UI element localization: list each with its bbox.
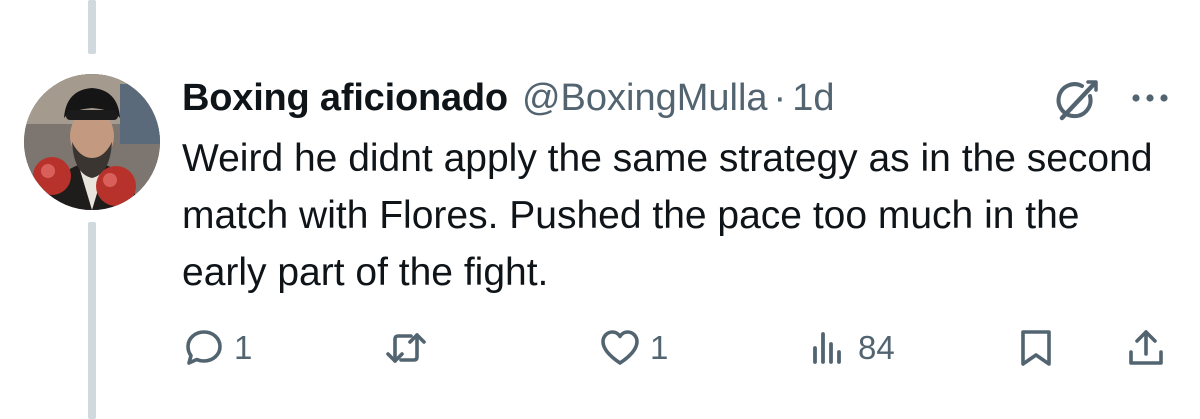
- grok-icon[interactable]: [1052, 76, 1100, 124]
- retweet-button[interactable]: [384, 322, 428, 374]
- avatar-image: [24, 74, 160, 210]
- avatar[interactable]: [24, 74, 160, 210]
- bookmark-button[interactable]: [1014, 322, 1058, 374]
- thread-connector-top: [88, 0, 96, 54]
- tweet-header: Boxing aficionado @BoxingMulla · 1d: [182, 72, 834, 124]
- views-bar-chart-icon: [813, 332, 841, 364]
- view-count: 84: [858, 329, 895, 366]
- share-button[interactable]: [1124, 322, 1168, 374]
- tweet-timestamp[interactable]: 1d: [792, 77, 834, 120]
- share-icon: [1129, 330, 1163, 365]
- heart-icon: [601, 330, 639, 365]
- header-separator: ·: [773, 76, 787, 119]
- author-display-name[interactable]: Boxing aficionado: [182, 77, 508, 120]
- more-options-icon[interactable]: [1128, 88, 1172, 108]
- like-button[interactable]: 1: [598, 322, 668, 374]
- views-button[interactable]: 84: [806, 322, 895, 374]
- thread-connector-bottom: [88, 222, 96, 419]
- author-handle[interactable]: @BoxingMulla: [522, 77, 768, 120]
- tweet-text: Weird he didnt apply the same strategy a…: [182, 137, 1153, 294]
- reply-count: 1: [234, 329, 253, 366]
- bookmark-icon: [1021, 330, 1051, 366]
- reply-icon: [186, 330, 222, 365]
- reply-button[interactable]: 1: [182, 322, 252, 374]
- like-count: 1: [650, 329, 669, 366]
- retweet-icon: [386, 333, 426, 363]
